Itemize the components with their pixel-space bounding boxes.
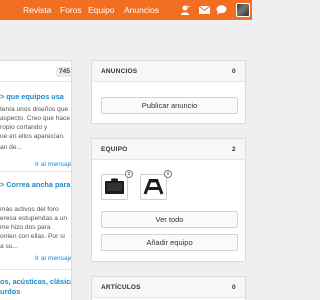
list-item[interactable]: > que equipos usa tenía unos diseños que… xyxy=(0,83,71,143)
articulos-title: ARTÍCULOS xyxy=(101,284,141,291)
threads-count-badge: 745 xyxy=(56,67,71,77)
add-equipment-button[interactable]: Añadir equipo xyxy=(101,234,238,251)
thread-title[interactable]: os, acústicas, clásicas y xyxy=(0,277,71,287)
anuncios-count: 0 xyxy=(232,68,236,75)
thread-title[interactable]: > Correa ancha para xyxy=(0,180,70,190)
publish-ad-button[interactable]: Publicar anuncio xyxy=(101,97,238,114)
top-nav-bar: Revista Foros Equipo Anuncios xyxy=(0,0,252,20)
thread-title[interactable]: > que equipos usa xyxy=(0,92,64,102)
view-all-button[interactable]: Ver todo xyxy=(101,211,238,228)
anuncios-card: ANUNCIOS 0 Publicar anuncio xyxy=(91,60,246,124)
anuncios-header: ANUNCIOS 0 xyxy=(92,61,245,82)
guitar-stand-icon xyxy=(143,179,164,195)
equipo-title: EQUIPO xyxy=(101,146,128,153)
amplifier-icon xyxy=(105,178,124,194)
anuncios-title: ANUNCIOS xyxy=(101,68,138,75)
articulos-card: ARTÍCULOS 0 xyxy=(91,276,246,300)
equipo-count: 2 xyxy=(232,146,236,153)
remove-equipment-icon[interactable]: x xyxy=(125,170,133,178)
list-item-cont: an de... Ir al mensaje xyxy=(0,144,72,169)
go-to-message-link[interactable]: Ir al mensaje xyxy=(35,160,71,169)
mail-icon[interactable] xyxy=(199,4,210,16)
nav-equipo[interactable]: Equipo xyxy=(88,5,114,15)
list-item[interactable]: os, acústicas, clásicas y urdos xyxy=(0,270,71,300)
user-icon[interactable] xyxy=(180,4,190,16)
avatar[interactable] xyxy=(236,3,250,17)
thread-title-line2[interactable]: urdos xyxy=(0,287,20,297)
go-to-message-link[interactable]: Ir al mensaje xyxy=(35,254,71,263)
articulos-count: 0 xyxy=(232,284,236,291)
equipment-thumbnail[interactable] xyxy=(101,174,128,200)
articulos-header: ARTÍCULOS 0 xyxy=(92,277,245,298)
threads-header: 745 xyxy=(0,61,71,82)
nav-revista[interactable]: Revista xyxy=(23,5,51,15)
equipment-thumbnail[interactable] xyxy=(140,174,167,200)
equipo-card: EQUIPO 2 x x Ver todo Añadir equipo xyxy=(91,138,246,262)
remove-equipment-icon[interactable]: x xyxy=(164,170,172,178)
list-item[interactable]: > Correa ancha para más activos del foro… xyxy=(0,172,71,252)
forum-threads-panel: 745 > que equipos usa tenía unos diseños… xyxy=(0,60,72,300)
nav-foros[interactable]: Foros xyxy=(60,5,82,15)
equipo-header: EQUIPO 2 xyxy=(92,139,245,160)
nav-anuncios[interactable]: Anuncios xyxy=(124,5,159,15)
chat-icon[interactable] xyxy=(216,4,227,16)
